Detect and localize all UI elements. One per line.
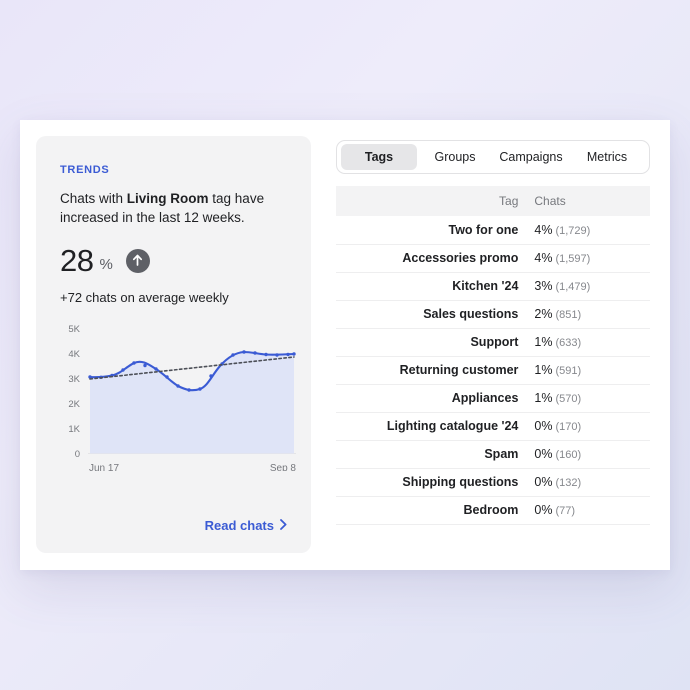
y-tick-0: 0 bbox=[75, 449, 80, 460]
y-tick-1k: 1K bbox=[68, 424, 80, 435]
cell-chats: 2% (851) bbox=[524, 300, 650, 328]
tab-bar: Tags Groups Campaigns Metrics bbox=[336, 140, 650, 174]
cell-pct: 4% bbox=[534, 222, 553, 237]
y-tick-4k: 4K bbox=[68, 349, 80, 360]
cell-count: (160) bbox=[555, 449, 582, 461]
cell-count: (851) bbox=[555, 309, 582, 321]
cell-pct: 1% bbox=[534, 363, 553, 377]
table-row[interactable]: Appliances 1% (570) bbox=[336, 384, 650, 412]
cell-pct: 0% bbox=[534, 475, 553, 489]
trend-stat-row: 28 % bbox=[60, 245, 287, 276]
cell-pct: 2% bbox=[534, 307, 553, 321]
x-tick-start: Jun 17 bbox=[89, 463, 119, 471]
cell-tag: Lighting catalogue '24 bbox=[386, 419, 519, 433]
column-header-tag: Tag bbox=[336, 186, 525, 216]
cell-count: (170) bbox=[555, 421, 582, 433]
table-body: Two for one 4% (1,729) Accessories promo … bbox=[336, 216, 650, 524]
column-header-chats: Chats bbox=[524, 186, 650, 216]
cell-tag: Two for one bbox=[448, 222, 519, 237]
cell-pct: 3% bbox=[534, 279, 553, 293]
table-row[interactable]: Lighting catalogue '24 0% (170) bbox=[336, 412, 650, 440]
table-row[interactable]: Kitchen '24 3% (1,479) bbox=[336, 272, 650, 300]
read-chats-label: Read chats bbox=[204, 518, 274, 533]
cell-pct: 1% bbox=[534, 391, 553, 405]
y-tick-3k: 3K bbox=[68, 374, 80, 385]
arrow-up-icon bbox=[125, 248, 150, 273]
table-row[interactable]: Support 1% (633) bbox=[336, 328, 650, 356]
tags-table: Tag Chats Two for one 4% (1,729) Accessor… bbox=[336, 186, 650, 525]
trend-subtext: +72 chats on average weekly bbox=[60, 290, 229, 305]
dashboard-panel: TRENDS Chats with Living Room tag have i… bbox=[20, 120, 670, 570]
tab-groups[interactable]: Groups bbox=[417, 144, 493, 170]
cell-tag: Shipping questions bbox=[402, 475, 519, 489]
cell-count: (570) bbox=[555, 393, 582, 405]
cell-pct: 0% bbox=[534, 447, 553, 461]
cell-chats: 4% (1,729) bbox=[524, 216, 650, 244]
cell-chats: 1% (570) bbox=[524, 384, 650, 412]
cell-tag: Returning customer bbox=[399, 363, 519, 377]
cell-chats: 4% (1,597) bbox=[524, 244, 650, 272]
tab-tags[interactable]: Tags bbox=[341, 144, 417, 170]
cell-count: (77) bbox=[555, 505, 576, 517]
chart-area-fill bbox=[90, 352, 294, 454]
cell-pct: 0% bbox=[534, 503, 553, 517]
tags-column: Tags Groups Campaigns Metrics Tag Chats … bbox=[316, 120, 670, 570]
table-header-row: Tag Chats bbox=[336, 186, 650, 216]
cell-tag: Kitchen '24 bbox=[452, 279, 519, 293]
cell-count: (591) bbox=[555, 365, 582, 377]
cell-tag: Sales questions bbox=[423, 307, 519, 321]
x-tick-end: Sep 8 bbox=[270, 463, 297, 471]
table-header: Tag Chats bbox=[336, 186, 650, 216]
tab-campaigns[interactable]: Campaigns bbox=[493, 144, 569, 170]
table-row[interactable]: Sales questions 2% (851) bbox=[336, 300, 650, 328]
cell-tag: Support bbox=[470, 335, 519, 349]
trends-sentence-tag: Living Room bbox=[126, 191, 209, 206]
table-row[interactable]: Returning customer 1% (591) bbox=[336, 356, 650, 384]
y-tick-2k: 2K bbox=[68, 399, 80, 410]
trends-chart: 5K 4K 3K 2K 1K 0 Jun 17 Sep 8 bbox=[60, 321, 300, 471]
cell-tag: Accessories promo bbox=[402, 251, 519, 265]
cell-count: (1,479) bbox=[555, 281, 591, 293]
trend-stat-value: 28 bbox=[60, 243, 94, 278]
trends-column: TRENDS Chats with Living Room tag have i… bbox=[20, 120, 316, 570]
cell-count: (633) bbox=[555, 337, 582, 349]
cell-tag: Appliances bbox=[451, 391, 519, 405]
table-row[interactable]: Spam 0% (160) bbox=[336, 440, 650, 468]
table-row[interactable]: Accessories promo 4% (1,597) bbox=[336, 244, 650, 272]
trends-label: TRENDS bbox=[60, 164, 110, 176]
cell-count: (1,597) bbox=[555, 253, 591, 265]
trend-stat-unit: % bbox=[99, 256, 113, 273]
cell-pct: 4% bbox=[534, 251, 553, 265]
cell-tag: Bedroom bbox=[463, 503, 519, 517]
cell-pct: 0% bbox=[534, 419, 553, 433]
table-row[interactable]: Two for one 4% (1,729) bbox=[336, 216, 650, 244]
table-row[interactable]: Shipping questions 0% (132) bbox=[336, 468, 650, 496]
cell-pct: 1% bbox=[534, 335, 553, 349]
cell-chats: 1% (591) bbox=[524, 356, 650, 384]
trends-card: TRENDS Chats with Living Room tag have i… bbox=[36, 136, 311, 553]
chevron-right-icon bbox=[280, 518, 287, 533]
cell-chats: 0% (77) bbox=[524, 496, 650, 524]
y-tick-5k: 5K bbox=[68, 324, 80, 335]
cell-chats: 0% (160) bbox=[524, 440, 650, 468]
trends-sentence: Chats with Living Room tag have increase… bbox=[60, 189, 275, 227]
tab-metrics[interactable]: Metrics bbox=[569, 144, 645, 170]
cell-chats: 0% (132) bbox=[524, 468, 650, 496]
trends-sentence-pre: Chats with bbox=[60, 191, 127, 206]
read-chats-link[interactable]: Read chats bbox=[205, 518, 287, 533]
table-row[interactable]: Bedroom 0% (77) bbox=[336, 496, 650, 524]
cell-chats: 3% (1,479) bbox=[524, 272, 650, 300]
cell-count: (132) bbox=[555, 477, 582, 489]
cell-count: (1,729) bbox=[555, 224, 591, 237]
cell-tag: Spam bbox=[484, 447, 519, 461]
cell-chats: 1% (633) bbox=[524, 328, 650, 356]
cell-chats: 0% (170) bbox=[524, 412, 650, 440]
